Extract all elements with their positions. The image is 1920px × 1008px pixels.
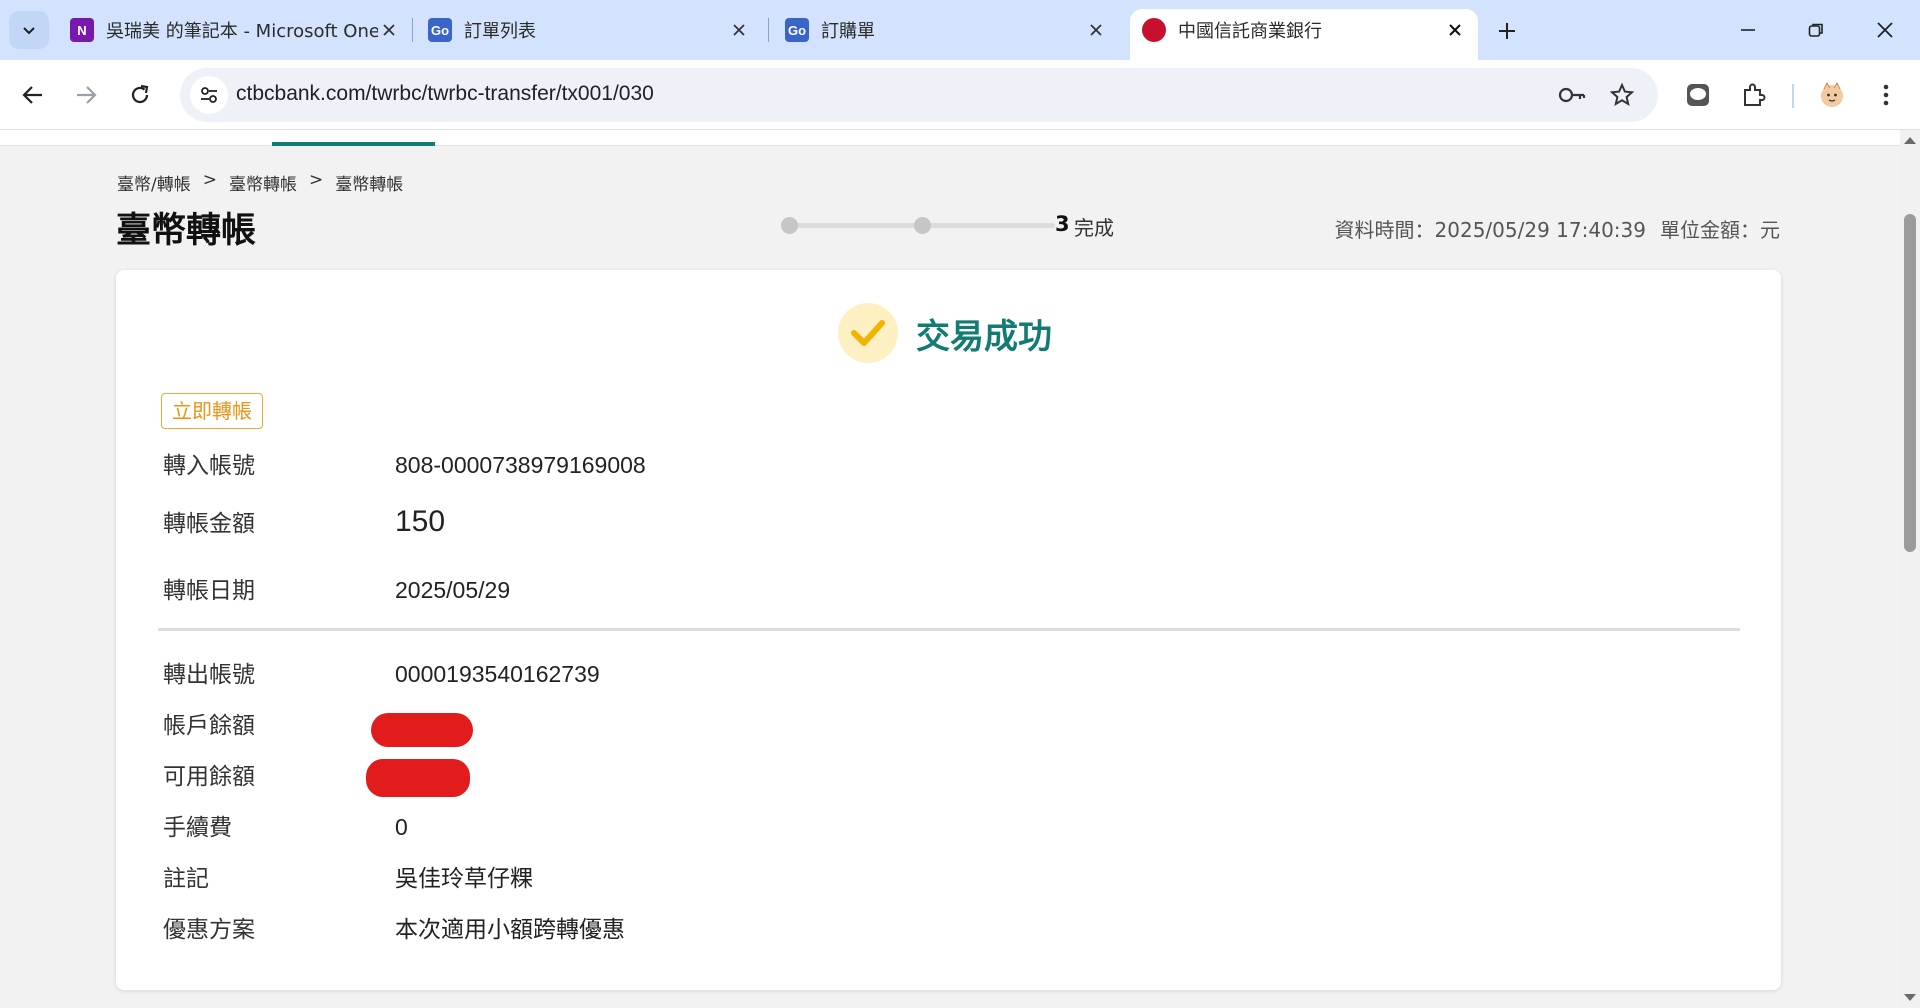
field-label: 轉出帳號 (163, 662, 255, 688)
breadcrumb-separator: > (202, 170, 217, 190)
data-time-info: 資料時間：2025/05/29 17:40:39 單位金額：元 (1335, 214, 1780, 243)
transaction-result-card: 交易成功 立即轉帳 轉入帳號 808-0000738979169008 轉帳金額… (116, 270, 1781, 990)
browser-toolbar: ctbcbank.com/twrbc/twrbc-transfer/tx001/… (0, 60, 1920, 130)
active-nav-indicator (272, 142, 435, 146)
new-tab-button[interactable] (1490, 14, 1524, 48)
breadcrumb-separator: > (308, 170, 324, 190)
password-key-icon[interactable] (1558, 81, 1586, 109)
result-header: 交易成功 (838, 303, 1052, 363)
field-value: 0 (395, 814, 408, 840)
field-row-date: 轉帳日期 2025/05/29 (163, 571, 510, 605)
go-icon: Go (428, 18, 452, 42)
tab-order-list[interactable]: Go 訂單列表 (428, 9, 750, 51)
tab-divider (768, 18, 769, 42)
redaction-mark (371, 713, 473, 747)
forward-button[interactable] (66, 75, 106, 115)
field-row-payee-account: 轉入帳號 808-0000738979169008 (163, 446, 646, 480)
field-label: 註記 (163, 866, 209, 892)
field-row-source-account: 轉出帳號 0000193540162739 (163, 655, 600, 689)
tab-strip: N 吳瑞美 的筆記本 - Microsoft OneNote Go 訂單列表 G… (0, 0, 1920, 60)
arrow-left-icon (22, 86, 42, 104)
restore-icon (1808, 23, 1823, 37)
unit-label: 單位金額：元 (1660, 218, 1780, 242)
field-value: 本次適用小額跨轉優惠 (395, 917, 625, 943)
field-label: 轉帳日期 (163, 578, 255, 604)
field-label: 可用餘額 (163, 764, 255, 790)
reload-icon (131, 84, 149, 104)
breadcrumb-item: 臺幣轉帳 (335, 175, 404, 195)
extensions-puzzle-icon[interactable] (1734, 75, 1774, 115)
close-tab-icon[interactable] (1085, 19, 1107, 41)
browser-menu-icon[interactable] (1866, 75, 1906, 115)
back-button[interactable] (13, 75, 53, 115)
tab-search-button[interactable] (9, 11, 49, 49)
plus-icon (1499, 23, 1515, 39)
breadcrumb-item[interactable]: 臺幣轉帳 (229, 170, 297, 195)
close-tab-icon[interactable] (1444, 19, 1466, 41)
field-label: 轉帳金額 (163, 511, 255, 537)
scrollbar-thumb[interactable] (1904, 214, 1916, 552)
site-info-button[interactable] (190, 76, 228, 114)
field-label: 轉入帳號 (163, 453, 255, 479)
field-value: 2025/05/29 (395, 577, 511, 603)
field-row-amount: 轉帳金額 150 (163, 504, 445, 539)
tune-icon (201, 87, 217, 103)
reload-button[interactable] (120, 75, 160, 115)
breadcrumb-item[interactable]: 臺幣/轉帳 (117, 170, 191, 195)
redaction-mark (366, 759, 470, 797)
field-row-available-balance: 可用餘額 (163, 757, 395, 791)
step-number: 3 (1055, 212, 1070, 236)
field-value: 808-0000738979169008 (395, 452, 646, 478)
close-icon (1877, 22, 1893, 38)
chevron-down-icon (23, 27, 35, 35)
minimize-icon (1741, 29, 1755, 31)
tab-onenote[interactable]: N 吳瑞美 的筆記本 - Microsoft OneNote (70, 9, 400, 51)
arrow-right-icon (77, 86, 97, 104)
field-label: 優惠方案 (163, 917, 255, 943)
toolbar-divider (1792, 84, 1794, 108)
close-tab-icon[interactable] (728, 19, 750, 41)
field-value: 吳佳玲草仔粿 (395, 866, 533, 892)
field-row-balance: 帳戶餘額 (163, 706, 395, 740)
go-icon: Go (785, 18, 809, 42)
field-label: 手續費 (163, 815, 232, 841)
check-icon (838, 303, 898, 363)
line-extension-icon[interactable] (1678, 75, 1718, 115)
field-label: 帳戶餘額 (163, 713, 255, 739)
scroll-up-icon[interactable] (1904, 137, 1916, 144)
onenote-icon: N (70, 18, 94, 42)
step-label: 完成 (1074, 216, 1114, 240)
tab-ctbc-bank[interactable]: 中國信託商業銀行 (1130, 9, 1478, 60)
close-tab-icon[interactable] (378, 19, 400, 41)
minimize-button[interactable] (1728, 12, 1768, 48)
step-dot-1 (781, 217, 798, 234)
url-text[interactable]: ctbcbank.com/twrbc/twrbc-transfer/tx001/… (236, 82, 654, 106)
page-title: 臺幣轉帳 (116, 211, 257, 251)
address-bar[interactable]: ctbcbank.com/twrbc/twrbc-transfer/tx001/… (180, 68, 1658, 122)
tab-order-form[interactable]: Go 訂購單 (785, 9, 1107, 51)
progress-stepper: 3 完成 (780, 208, 1120, 248)
field-row-fee: 手續費 0 (163, 808, 408, 842)
field-row-memo: 註記 吳佳玲草仔粿 (163, 859, 533, 893)
field-value: 0000193540162739 (395, 661, 600, 687)
scroll-down-icon[interactable] (1904, 994, 1916, 1001)
section-divider (158, 628, 1740, 631)
step-dot-2 (914, 217, 931, 234)
site-nav-strip (0, 130, 1900, 146)
page-content: 臺幣/轉帳 > 臺幣轉帳 > 臺幣轉帳 臺幣轉帳 3 完成 資料時間：2025/… (0, 130, 1920, 1008)
bookmark-star-icon[interactable] (1608, 81, 1636, 109)
profile-avatar-icon[interactable] (1812, 75, 1852, 115)
result-status: 交易成功 (916, 316, 1052, 357)
tab-divider (412, 18, 413, 42)
field-value: 150 (395, 505, 446, 538)
field-row-promotion: 優惠方案 本次適用小額跨轉優惠 (163, 910, 625, 944)
data-time: 資料時間：2025/05/29 17:40:39 (1334, 218, 1646, 242)
restore-button[interactable] (1796, 12, 1836, 48)
ctbc-icon (1142, 18, 1166, 42)
page-scrollbar[interactable] (1900, 130, 1920, 1008)
breadcrumb: 臺幣/轉帳 > 臺幣轉帳 > 臺幣轉帳 (117, 170, 403, 195)
transfer-type-tag: 立即轉帳 (161, 393, 263, 429)
close-window-button[interactable] (1865, 12, 1905, 48)
